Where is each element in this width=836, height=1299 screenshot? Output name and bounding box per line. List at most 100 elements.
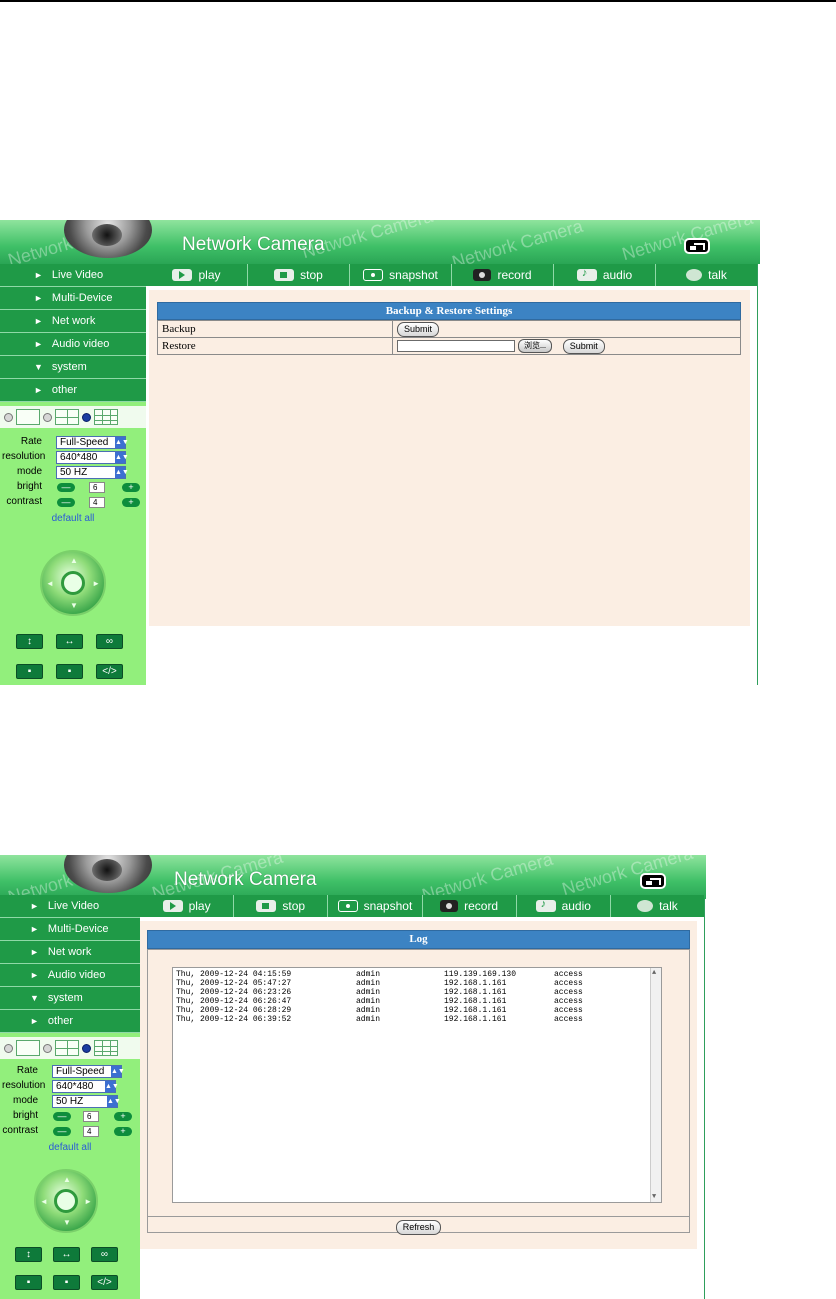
mode-label: mode [16, 466, 42, 477]
log-time: Thu, 2009-12-24 06:23:26 [176, 988, 292, 997]
aux-button-3[interactable]: </> [91, 1275, 118, 1290]
resolution-select[interactable]: 640*480 ▲▼ [56, 451, 129, 464]
snapshot-icon [337, 900, 358, 912]
mode-select[interactable]: 50 HZ ▲▼ [56, 466, 129, 479]
sidebar-item-network[interactable]: ► Net work [0, 941, 140, 964]
sidebar-item-network[interactable]: ► Net work [0, 310, 146, 333]
aux-button-2[interactable]: ▪ [53, 1275, 80, 1290]
talk-button[interactable]: talk [611, 895, 704, 917]
sidebar-item-other[interactable]: ► other [0, 1010, 140, 1033]
mode-select[interactable]: 50 HZ ▲▼ [52, 1095, 121, 1108]
sidebar-item-audio-video[interactable]: ► Audio video [0, 333, 146, 356]
ptz-button-row-1: ↕ ↔ ∞ [15, 1247, 118, 1262]
layout-4-radio[interactable] [43, 1043, 52, 1053]
ptz-control-pad[interactable]: ▲ ▼ ◄ ► [40, 550, 106, 616]
app-title: Network Camera [174, 869, 317, 890]
rate-select[interactable]: Full-Speed ▲▼ [56, 436, 129, 449]
layout-9-icon[interactable] [94, 1040, 118, 1056]
aux-button-2[interactable]: ▪ [56, 664, 83, 679]
rate-label: Rate [16, 1065, 38, 1076]
ptz-center-icon [61, 571, 85, 595]
layout-selector [0, 406, 146, 428]
layout-1-radio[interactable] [4, 1043, 13, 1053]
layout-9-icon[interactable] [94, 409, 118, 425]
horizontal-flip-button[interactable]: ↔ [56, 634, 83, 649]
bright-plus-button[interactable]: + [122, 483, 140, 492]
sidebar-item-system[interactable]: ▼ system [0, 987, 140, 1010]
log-action: access [554, 997, 583, 1006]
layout-1-radio[interactable] [4, 412, 13, 422]
talk-icon [637, 900, 654, 912]
contrast-minus-button[interactable]: — [57, 498, 75, 507]
audio-button[interactable]: audio [554, 264, 656, 286]
horizontal-flip-button[interactable]: ↔ [53, 1247, 80, 1262]
log-user: admin [356, 1006, 381, 1015]
backup-submit-button[interactable]: Submit [397, 321, 440, 337]
contrast-minus-button[interactable]: — [53, 1127, 71, 1136]
cruise-button[interactable]: ∞ [91, 1247, 118, 1262]
contrast-plus-button[interactable]: + [114, 1127, 132, 1136]
play-button[interactable]: play [146, 264, 248, 286]
vertical-flip-button[interactable]: ↕ [15, 1247, 42, 1262]
restore-file-input[interactable] [397, 339, 515, 352]
bright-minus-button[interactable]: — [57, 483, 75, 492]
talk-button[interactable]: talk [656, 264, 757, 286]
restore-submit-button[interactable]: Submit [562, 338, 605, 354]
contrast-control: contrast — 4 + [0, 496, 146, 511]
aux-button-3[interactable]: </> [96, 664, 123, 679]
layout-4-icon[interactable] [55, 1040, 79, 1056]
contrast-value: 4 [89, 497, 105, 508]
layout-1-icon[interactable] [16, 409, 40, 425]
audio-button[interactable]: audio [517, 895, 611, 917]
ptz-button-row-2: ▪ ▪ </> [16, 664, 123, 679]
default-all-link[interactable]: default all [0, 1142, 140, 1153]
resolution-control: resolution 640*480 ▲▼ [0, 1080, 140, 1095]
bright-control: bright — 6 + [0, 1110, 140, 1125]
ptz-control-pad[interactable]: ▲ ▼ ◄ ► [34, 1169, 98, 1233]
rate-control: Rate Full-Speed ▲▼ [0, 436, 146, 451]
log-scrollbar[interactable]: ▲ ▼ [650, 968, 661, 1202]
stop-button[interactable]: stop [248, 264, 350, 286]
aux-button-1[interactable]: ▪ [15, 1275, 42, 1290]
play-button[interactable]: play [140, 895, 235, 917]
sidebar-item-other[interactable]: ► other [0, 379, 146, 402]
log-action: access [554, 1015, 583, 1024]
default-all-link[interactable]: default all [0, 513, 146, 524]
browse-button[interactable]: 浏览... [518, 338, 552, 353]
log-time: Thu, 2009-12-24 06:39:52 [176, 1015, 292, 1024]
stop-button[interactable]: stop [234, 895, 329, 917]
snapshot-button[interactable]: snapshot [328, 895, 423, 917]
mode-control: mode 50 HZ ▲▼ [0, 466, 146, 481]
sidebar-item-multi-device[interactable]: ► Multi-Device [0, 918, 140, 941]
bright-value: 6 [89, 482, 105, 493]
sidebar-item-system[interactable]: ▼ system [0, 356, 146, 379]
snapshot-button[interactable]: snapshot [350, 264, 452, 286]
cruise-button[interactable]: ∞ [96, 634, 123, 649]
sidebar-item-multi-device[interactable]: ► Multi-Device [0, 287, 146, 310]
contrast-plus-button[interactable]: + [122, 498, 140, 507]
bright-minus-button[interactable]: — [53, 1112, 71, 1121]
layout-9-radio[interactable] [82, 412, 91, 422]
fullscreen-icon[interactable] [640, 873, 666, 889]
triangle-right-icon: ► [34, 293, 43, 303]
layout-9-radio[interactable] [82, 1043, 91, 1053]
sidebar-item-live-video[interactable]: ► Live Video [0, 895, 140, 918]
log-user: admin [356, 979, 381, 988]
fullscreen-icon[interactable] [684, 238, 710, 254]
resolution-select[interactable]: 640*480 ▲▼ [52, 1080, 119, 1093]
bright-plus-button[interactable]: + [114, 1112, 132, 1121]
record-button[interactable]: record [423, 895, 517, 917]
mode-label: mode [12, 1095, 38, 1106]
vertical-flip-button[interactable]: ↕ [16, 634, 43, 649]
arrow-up-icon: ▲ [70, 556, 78, 565]
sidebar-item-audio-video[interactable]: ► Audio video [0, 964, 140, 987]
log-textarea[interactable]: Thu, 2009-12-24 04:15:59 admin 119.139.169… [172, 967, 662, 1203]
rate-select[interactable]: Full-Speed ▲▼ [52, 1065, 125, 1078]
layout-4-icon[interactable] [55, 409, 79, 425]
sidebar-item-live-video[interactable]: ► Live Video [0, 264, 146, 287]
aux-button-1[interactable]: ▪ [16, 664, 43, 679]
refresh-button[interactable]: Refresh [395, 1220, 442, 1235]
layout-1-icon[interactable] [16, 1040, 40, 1056]
record-button[interactable]: record [452, 264, 554, 286]
layout-4-radio[interactable] [43, 412, 52, 422]
